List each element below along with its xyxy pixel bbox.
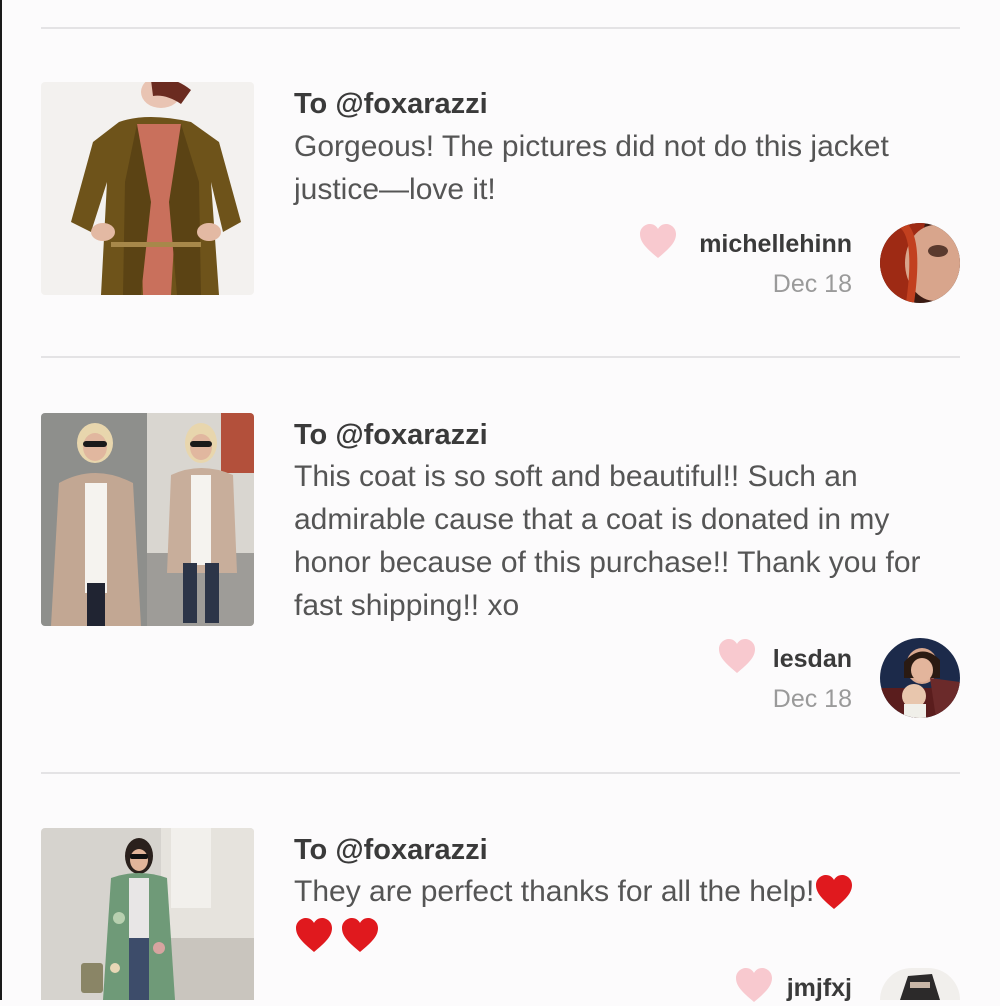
red-heart-emoji — [816, 875, 853, 910]
divider — [41, 27, 960, 29]
divider — [41, 356, 960, 358]
review-date: Dec 18 — [772, 685, 852, 713]
recipient-label: To @foxarazzi — [294, 419, 488, 451]
red-heart-emoji — [342, 918, 378, 953]
review-meta: michellehinn Dec 18 — [699, 229, 852, 299]
divider — [41, 772, 960, 774]
product-thumbnail[interactable] — [41, 828, 254, 1000]
product-thumbnail[interactable] — [41, 413, 254, 626]
review-message: Gorgeous! The pictures did not do this j… — [294, 130, 889, 206]
review-message: This coat is so soft and beautiful!! Suc… — [294, 460, 921, 622]
recipient-label: To @foxarazzi — [294, 88, 488, 120]
avatar[interactable] — [880, 968, 960, 1000]
avatar[interactable] — [880, 223, 960, 303]
username-link[interactable]: jmjfxj — [787, 973, 852, 1003]
red-heart-emoji — [296, 918, 332, 953]
recipient-label: To @foxarazzi — [294, 834, 488, 866]
review-message: They are perfect thanks for all the help… — [294, 870, 954, 956]
heart-icon[interactable] — [717, 637, 757, 677]
heart-icon[interactable] — [734, 966, 774, 1006]
screen-edge — [0, 0, 2, 1000]
review-meta: lesdan Dec 18 — [773, 644, 852, 714]
review-date: Dec 18 — [772, 270, 852, 298]
avatar[interactable] — [880, 638, 960, 718]
username-link[interactable]: lesdan — [773, 644, 852, 674]
product-thumbnail[interactable] — [41, 82, 254, 295]
review-message-text: They are perfect thanks for all the help… — [294, 875, 815, 908]
heart-icon[interactable] — [638, 222, 678, 262]
review-meta: jmjfxj — [787, 973, 852, 1003]
username-link[interactable]: michellehinn — [699, 229, 852, 259]
